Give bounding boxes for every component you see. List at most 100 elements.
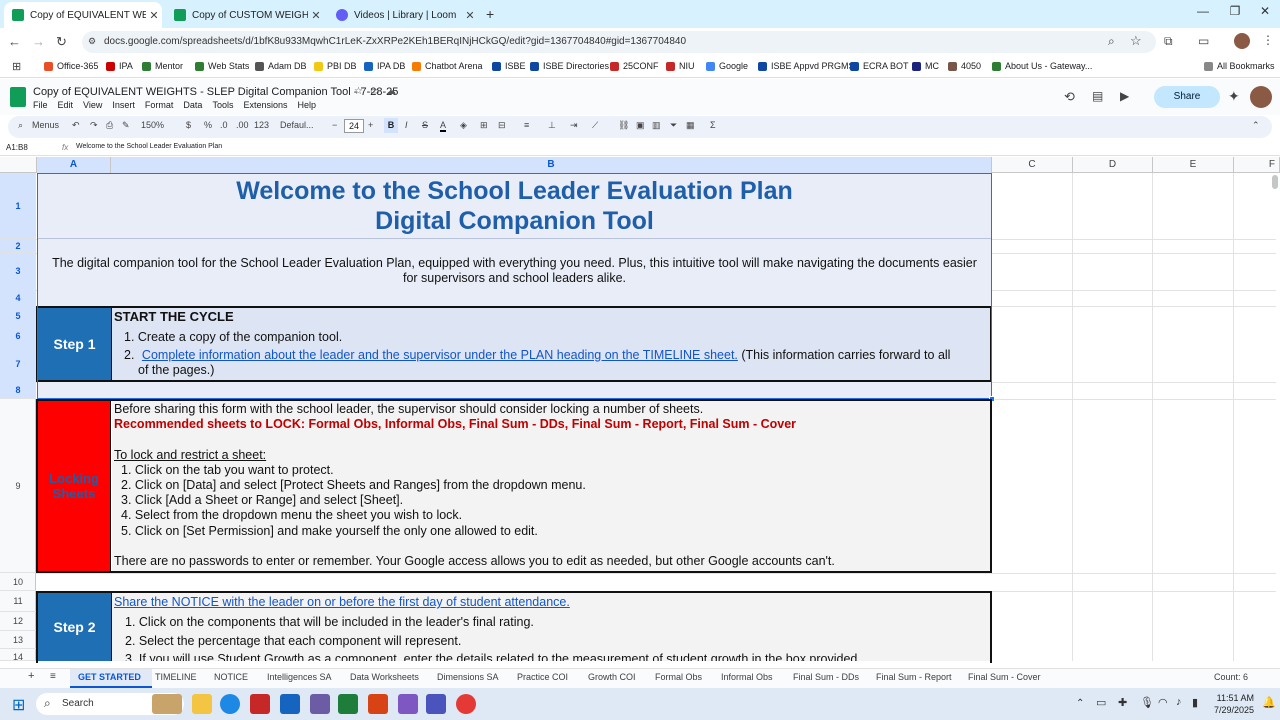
bookmark-about-us[interactable]: About Us - Gateway... bbox=[992, 61, 1092, 71]
row-header-5[interactable]: 5 bbox=[0, 306, 36, 326]
bookmark-ipa-db[interactable]: IPA DB bbox=[364, 61, 405, 71]
close-tab-icon[interactable]: ✕ bbox=[462, 9, 478, 22]
strikethrough-button[interactable]: S bbox=[422, 120, 428, 130]
number-format-button[interactable]: 123 bbox=[254, 120, 269, 130]
chrome-icon[interactable] bbox=[456, 694, 476, 714]
meet-icon[interactable]: ▶ bbox=[1120, 89, 1129, 103]
back-icon[interactable]: ← bbox=[8, 34, 21, 49]
windows-start-icon[interactable]: ⊞ bbox=[12, 695, 25, 715]
notice-link[interactable]: Share the NOTICE with the leader on or b… bbox=[114, 595, 570, 609]
browser-tab[interactable]: Copy of CUSTOM WEIGHTS - SL ✕ bbox=[166, 2, 324, 28]
site-info-icon[interactable]: ⚙ bbox=[88, 36, 96, 47]
font-select[interactable]: Defaul... bbox=[280, 120, 314, 130]
row-header-10[interactable]: 10 bbox=[0, 573, 36, 591]
powerpoint-icon[interactable] bbox=[368, 694, 388, 714]
name-box[interactable]: A1:B8 bbox=[6, 143, 28, 152]
sheet-tab-get-started[interactable]: GET STARTED bbox=[78, 672, 141, 682]
search-highlight-icon[interactable] bbox=[152, 694, 182, 714]
side-panel-icon[interactable]: ▭ bbox=[1198, 34, 1209, 48]
tray-chevron-icon[interactable]: ⌃ bbox=[1076, 698, 1084, 709]
text-color-button[interactable]: A bbox=[440, 120, 447, 132]
acrobat-icon[interactable] bbox=[250, 694, 270, 714]
browser-tab[interactable]: Videos | Library | Loom ✕ bbox=[328, 2, 478, 28]
sheet-tab-intelligences-sa[interactable]: Intelligences SA bbox=[267, 672, 332, 682]
bookmark-niu[interactable]: NIU bbox=[666, 61, 695, 71]
profile-avatar[interactable] bbox=[1234, 33, 1250, 49]
collapse-toolbar-icon[interactable]: ⌃ bbox=[1252, 120, 1260, 131]
print-icon[interactable]: ⎙ bbox=[106, 120, 113, 131]
cloud-status-icon[interactable]: ☁ bbox=[386, 86, 396, 97]
browser-menu-icon[interactable]: ⋮ bbox=[1262, 33, 1274, 47]
row-header-8[interactable]: 8 bbox=[0, 382, 36, 399]
paint-format-icon[interactable]: ✎ bbox=[122, 120, 130, 131]
row-header-1[interactable]: 1 bbox=[0, 173, 36, 239]
star-icon[interactable]: ☆ bbox=[354, 86, 363, 97]
bookmark-ipa[interactable]: IPA bbox=[106, 61, 133, 71]
row-header-4[interactable]: 4 bbox=[0, 290, 36, 306]
menu-insert[interactable]: Insert bbox=[112, 100, 135, 110]
functions-icon[interactable]: Σ bbox=[710, 120, 716, 130]
bookmark-office-365[interactable]: Office-365 bbox=[44, 61, 98, 71]
insert-link-icon[interactable]: ⛓ bbox=[618, 120, 629, 131]
column-header-c[interactable]: C bbox=[992, 157, 1073, 173]
decrease-decimal-button[interactable]: .0 bbox=[220, 120, 228, 130]
sheet-tab-final-sum-dds[interactable]: Final Sum - DDs bbox=[793, 672, 859, 682]
bookmark-star-icon[interactable]: ☆ bbox=[1130, 33, 1142, 49]
bookmark-isbe-directories[interactable]: ISBE Directories bbox=[530, 61, 609, 71]
sheet-tab-timeline[interactable]: TIMELINE bbox=[155, 672, 197, 682]
all-sheets-icon[interactable]: ≡ bbox=[50, 671, 56, 682]
menu-extensions[interactable]: Extensions bbox=[243, 100, 287, 110]
teams-icon[interactable] bbox=[426, 694, 446, 714]
battery-icon[interactable]: ▮ bbox=[1192, 696, 1198, 709]
snipping-tool-icon[interactable] bbox=[310, 694, 330, 714]
tray-app-icon[interactable]: ✚ bbox=[1118, 696, 1127, 709]
app-icon[interactable] bbox=[398, 694, 418, 714]
bookmark-isbe[interactable]: ISBE bbox=[492, 61, 526, 71]
undo-icon[interactable]: ↶ bbox=[72, 120, 80, 131]
horizontal-align-icon[interactable]: ≡ bbox=[524, 120, 529, 130]
gemini-icon[interactable]: ✦ bbox=[1228, 88, 1240, 105]
row-header-7[interactable]: 7 bbox=[0, 346, 36, 382]
bookmark-mentor[interactable]: Mentor bbox=[142, 61, 183, 71]
bookmark-25conf[interactable]: 25CONF bbox=[610, 61, 659, 71]
decrease-font-size-icon[interactable]: − bbox=[332, 120, 337, 130]
insert-chart-icon[interactable]: ▥ bbox=[652, 120, 661, 131]
row-header-3[interactable]: 3 bbox=[0, 253, 36, 290]
extensions-icon[interactable]: ⧉ bbox=[1164, 34, 1173, 49]
column-header-f[interactable]: F bbox=[1234, 157, 1280, 173]
version-history-icon[interactable]: ⟲ bbox=[1064, 89, 1075, 105]
row-header-2[interactable]: 2 bbox=[0, 239, 36, 253]
menu-view[interactable]: View bbox=[83, 100, 102, 110]
microphone-icon[interactable]: 🎙 bbox=[1140, 696, 1154, 709]
row-header-12[interactable]: 12 bbox=[0, 612, 36, 631]
restore-icon[interactable]: ❐ bbox=[1220, 4, 1250, 24]
row-header-6[interactable]: 6 bbox=[0, 326, 36, 346]
row-header-14[interactable]: 14 bbox=[0, 649, 36, 662]
text-rotation-icon[interactable]: ⟋ bbox=[592, 120, 598, 131]
sheet-tab-formal-obs[interactable]: Formal Obs bbox=[655, 672, 702, 682]
fill-color-icon[interactable]: ◈ bbox=[460, 120, 467, 131]
document-title[interactable]: Copy of EQUIVALENT WEIGHTS - SLEP Digita… bbox=[33, 86, 398, 98]
selection-count[interactable]: Count: 6 bbox=[1214, 672, 1248, 682]
bookmark-isbe-appvd-prgms[interactable]: ISBE Appvd PRGMS bbox=[758, 61, 855, 71]
select-all-corner[interactable] bbox=[0, 157, 37, 173]
bookmark-web-stats[interactable]: Web Stats bbox=[195, 61, 249, 71]
wifi-icon[interactable]: ◠ bbox=[1158, 696, 1168, 709]
sheet-tab-final-sum-report[interactable]: Final Sum - Report bbox=[876, 672, 952, 682]
all-bookmarks[interactable]: All Bookmarks bbox=[1204, 61, 1275, 71]
increase-font-size-icon[interactable]: + bbox=[368, 120, 373, 130]
redo-icon[interactable]: ↷ bbox=[90, 120, 98, 131]
filter-icon[interactable]: ⏷ bbox=[670, 120, 677, 131]
share-button[interactable]: Share bbox=[1154, 86, 1220, 108]
column-header-b[interactable]: B bbox=[111, 157, 992, 173]
percent-button[interactable]: % bbox=[204, 120, 212, 130]
column-header-a[interactable]: A bbox=[37, 157, 111, 173]
sheet-tab-notice[interactable]: NOTICE bbox=[214, 672, 248, 682]
increase-decimal-button[interactable]: .00 bbox=[236, 120, 249, 130]
bookmark-mc[interactable]: MC bbox=[912, 61, 939, 71]
volume-icon[interactable]: ♪ bbox=[1176, 696, 1182, 708]
zoom-icon[interactable]: ⌕ bbox=[1108, 34, 1115, 49]
sheet-tab-data-worksheets[interactable]: Data Worksheets bbox=[350, 672, 419, 682]
add-sheet-icon[interactable]: + bbox=[28, 670, 34, 682]
tray-app-icon[interactable]: ▭ bbox=[1096, 696, 1106, 709]
